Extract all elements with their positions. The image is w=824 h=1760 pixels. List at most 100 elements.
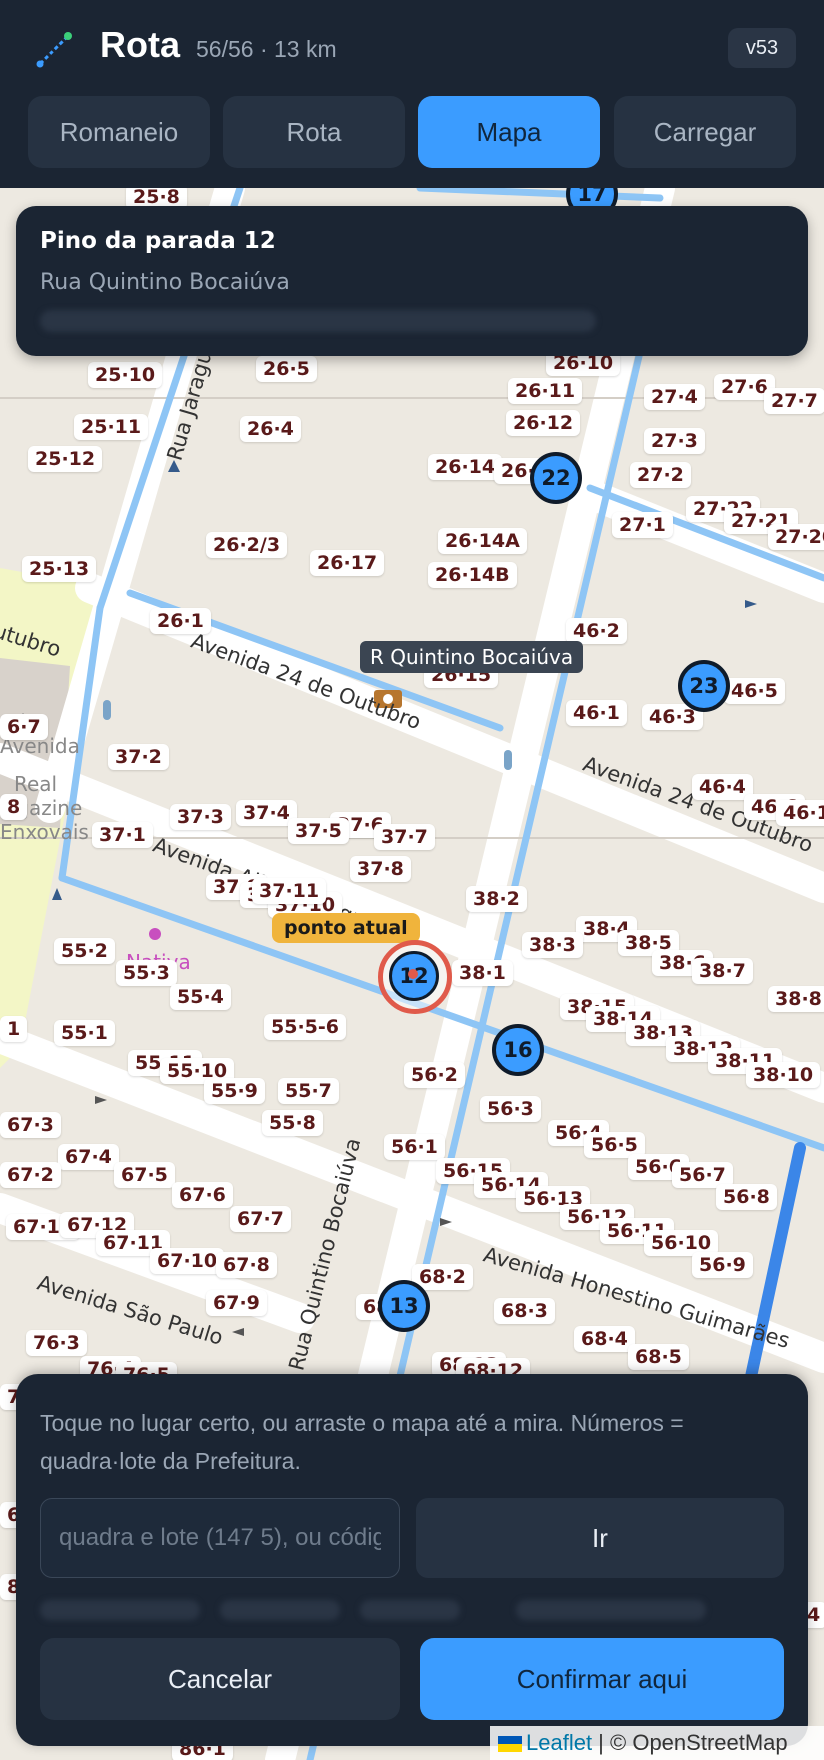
lot-label: 27·20 <box>768 524 824 550</box>
lot-label: 26·14B <box>428 562 517 588</box>
lot-label: 46·1 <box>566 700 627 726</box>
lot-label: 67·5 <box>114 1162 175 1188</box>
lot-label: 38·8 <box>768 986 824 1012</box>
lot-label: 68·5 <box>628 1344 689 1370</box>
poi-label: Real <box>14 772 58 796</box>
lot-label: 38·10 <box>746 1062 821 1088</box>
lot-label: 38·1 <box>452 960 513 986</box>
lot-label: 67·8 <box>216 1252 277 1278</box>
lot-label: 25·11 <box>74 414 149 440</box>
tab-romaneio[interactable]: Romaneio <box>28 96 210 168</box>
crosshair-icon <box>408 969 418 979</box>
lot-label: 67·2 <box>0 1162 61 1188</box>
lot-label: 8 <box>0 794 28 820</box>
lot-label: 6·7 <box>0 714 48 740</box>
ukraine-flag-icon <box>498 1736 522 1752</box>
lot-label: 56·8 <box>716 1184 777 1210</box>
lot-label: 38·3 <box>522 932 583 958</box>
stop-marker[interactable]: 13 <box>378 1280 430 1332</box>
lot-label: 67·4 <box>58 1144 119 1170</box>
lot-label: 76·3 <box>26 1330 87 1356</box>
lot-label: 55·3 <box>116 960 177 986</box>
lot-label: 56·3 <box>480 1096 541 1122</box>
lot-label: 26·14 <box>428 454 503 480</box>
lot-label: 26·5 <box>256 356 317 382</box>
lot-label: 26·14A <box>438 528 527 554</box>
lot-label: 67·9 <box>206 1290 267 1316</box>
redacted-chip <box>220 1600 340 1620</box>
attribution-separator: | <box>592 1730 611 1755</box>
lot-label: 27·3 <box>644 428 705 454</box>
lot-label: 37·3 <box>170 804 231 830</box>
lot-label: 55·4 <box>170 984 231 1010</box>
lot-label: 38·2 <box>466 886 527 912</box>
pin-redacted-detail <box>40 310 596 332</box>
pin-address: Rua Quintino Bocaiúva <box>40 270 290 295</box>
lot-label: 26·11 <box>508 378 583 404</box>
version-badge[interactable]: v53 <box>728 28 796 68</box>
panel-hint: Toque no lugar certo, ou arraste o mapa … <box>40 1410 684 1474</box>
route-summary: 56/56 · 13 km <box>196 36 337 62</box>
lot-label: 25·10 <box>88 362 163 388</box>
tab-carregar[interactable]: Carregar <box>614 96 796 168</box>
redacted-chip <box>516 1600 706 1620</box>
lot-label: 55·7 <box>278 1078 339 1104</box>
pin-title: Pino da parada 12 <box>40 228 276 254</box>
lot-label: 56·9 <box>692 1252 753 1278</box>
lot-label: 46·1 <box>776 800 824 826</box>
lot-label: 27·1 <box>612 512 673 538</box>
confirm-panel: Toque no lugar certo, ou arraste o mapa … <box>16 1374 808 1746</box>
stop-marker[interactable]: 23 <box>678 660 730 712</box>
confirm-button[interactable]: Confirmar aqui <box>420 1638 784 1720</box>
app-title: Rota <box>100 24 180 65</box>
current-point-tag: ponto atual <box>272 913 420 943</box>
lot-label: 37·7 <box>374 824 435 850</box>
lot-label: 46·5 <box>724 678 785 704</box>
lot-label: 68·3 <box>494 1298 555 1324</box>
lot-label: 37·8 <box>350 856 411 882</box>
stop-marker[interactable]: 16 <box>492 1024 544 1076</box>
stop-marker[interactable]: 22 <box>530 452 582 504</box>
lot-label: 67·10 <box>150 1248 225 1274</box>
lot-label: 37·11 <box>252 878 327 904</box>
lot-label: 55·8 <box>262 1110 323 1136</box>
lot-label: 38·7 <box>692 958 753 984</box>
tab-mapa[interactable]: Mapa <box>418 96 600 168</box>
lot-label: 55·5-6 <box>264 1014 346 1040</box>
lot-label: 67·7 <box>230 1206 291 1232</box>
lot-label: 56·2 <box>404 1062 465 1088</box>
title-row: Rota 56/56 · 13 km v53 <box>0 0 824 96</box>
lot-label: 27·4 <box>644 384 705 410</box>
lot-label: 26·12 <box>506 410 581 436</box>
poi-label: Enxovais <box>0 820 89 844</box>
lot-label: 55·2 <box>54 938 115 964</box>
lot-label: 37·2 <box>108 744 169 770</box>
pin-info-card: Pino da parada 12 Rua Quintino Bocaiúva <box>16 206 808 356</box>
app-header: Rota 56/56 · 13 km v53 Romaneio Rota Map… <box>0 0 824 188</box>
lot-label: 1 <box>0 1016 28 1042</box>
lot-label: 26·4 <box>240 416 301 442</box>
lot-label: 67·6 <box>172 1182 233 1208</box>
lot-search-input[interactable] <box>40 1498 400 1578</box>
lot-label: 55·9 <box>204 1078 265 1104</box>
tab-rota[interactable]: Rota <box>223 96 405 168</box>
redacted-chip <box>360 1600 460 1620</box>
road-tooltip: R Quintino Bocaiúva <box>360 641 584 673</box>
lot-label: 27·7 <box>764 388 824 414</box>
redacted-chip <box>40 1600 200 1620</box>
lot-label: 55·1 <box>54 1020 115 1046</box>
lot-label: 37·1 <box>92 822 153 848</box>
lot-label: 27·2 <box>630 462 691 488</box>
lot-label: 67·3 <box>0 1112 61 1138</box>
route-logo-icon <box>36 32 72 68</box>
osm-attribution[interactable]: © OpenStreetMap <box>610 1730 788 1755</box>
go-button[interactable]: Ir <box>416 1498 784 1578</box>
leaflet-link[interactable]: Leaflet <box>526 1730 592 1755</box>
cancel-button[interactable]: Cancelar <box>40 1638 400 1720</box>
lot-label: 37·5 <box>288 818 349 844</box>
lot-label: 26·2/3 <box>206 532 288 558</box>
lot-label: 56·1 <box>384 1134 445 1160</box>
lot-label: 25·12 <box>28 446 103 472</box>
lot-label: 26·17 <box>310 550 385 576</box>
lot-label: 26·1 <box>150 608 211 634</box>
